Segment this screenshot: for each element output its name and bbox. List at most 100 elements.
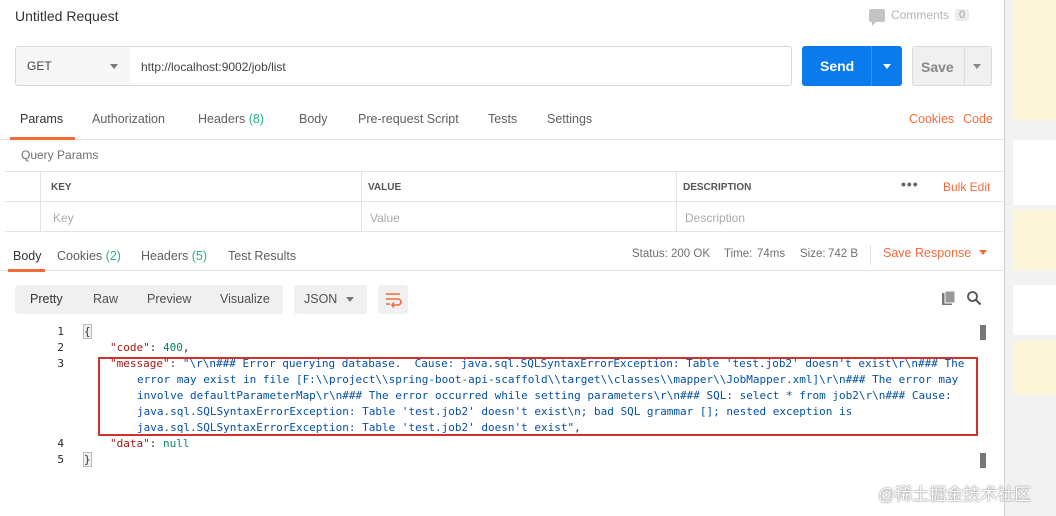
tab-response-headers-label: Headers (141, 249, 189, 263)
size-value[interactable]: 742 B (828, 248, 858, 260)
tab-body[interactable]: Body (299, 112, 328, 126)
format-select[interactable]: JSON (294, 285, 367, 314)
send-divider (871, 46, 872, 86)
preview-button[interactable]: Preview (147, 292, 191, 306)
send-label: Send (820, 58, 855, 74)
save-button[interactable]: Save (912, 46, 992, 86)
postman-request-panel: Untitled Request Comments 0 GET http://l… (0, 0, 1005, 516)
tab-response-cookies[interactable]: Cookies (2) (57, 249, 121, 263)
comments-button[interactable]: Comments 0 (869, 8, 970, 26)
background-gap (1013, 140, 1056, 205)
description-input[interactable]: Description (676, 202, 1003, 232)
url-value: http://localhost:9002/job/list (141, 60, 286, 74)
raw-button[interactable]: Raw (93, 292, 118, 306)
tab-test-results[interactable]: Test Results (228, 249, 296, 263)
request-tabs: Params Authorization Headers (8) Body Pr… (0, 104, 1005, 140)
request-title[interactable]: Untitled Request (15, 8, 119, 24)
line-number: 1 (57, 325, 64, 338)
description-header: DESCRIPTION (683, 182, 752, 193)
tab-response-cookies-label: Cookies (57, 249, 103, 263)
tab-response-body[interactable]: Body (13, 249, 42, 263)
background-gap (1013, 285, 1056, 335)
key-input[interactable]: Key (40, 202, 361, 232)
watermark: @稀土掘金技术社区 (878, 485, 1032, 504)
title-bar: Untitled Request Comments 0 (0, 0, 1005, 32)
scrollbar-marker[interactable] (980, 453, 986, 468)
time-value[interactable]: 74ms (757, 248, 785, 260)
tab-settings[interactable]: Settings (547, 112, 592, 126)
search-icon[interactable] (966, 290, 982, 306)
table-header-row: KEY VALUE DESCRIPTION ••• Bulk Edit (5, 172, 1003, 202)
json-key: "code" (110, 341, 150, 354)
tab-response-headers-count: (5) (191, 249, 208, 263)
visualize-button[interactable]: Visualize (220, 292, 270, 306)
url-input[interactable]: http://localhost:9002/job/list (130, 46, 792, 86)
value-placeholder: Value (370, 211, 400, 225)
key-header: KEY (51, 182, 72, 193)
line-number: 3 (57, 357, 64, 370)
scrollbar-marker[interactable] (980, 325, 986, 340)
code-link[interactable]: Code (963, 112, 993, 126)
background-band (1013, 0, 1056, 120)
description-placeholder: Description (685, 211, 746, 225)
comments-label: Comments (891, 8, 950, 22)
size-label: Size: (800, 248, 826, 260)
background-band (1013, 210, 1056, 270)
method-select[interactable]: GET (15, 46, 131, 86)
json-sep: : (149, 437, 163, 450)
value-input[interactable]: Value (361, 202, 676, 232)
value-header-cell: VALUE (361, 172, 676, 202)
json-close-brace: } (83, 452, 92, 467)
tab-tests[interactable]: Tests (488, 112, 517, 126)
key-placeholder: Key (53, 211, 74, 225)
json-open-brace: { (83, 324, 92, 339)
response-tabs: Body Cookies (2) Headers (5) Test Result… (0, 241, 1005, 272)
copy-icon[interactable] (941, 290, 957, 306)
send-options-chevron-icon[interactable] (883, 64, 891, 69)
json-comma: , (182, 341, 190, 354)
tab-response-cookies-count: (2) (105, 249, 121, 263)
comment-icon (869, 8, 885, 26)
line-number: 5 (57, 453, 64, 466)
json-line-code: "code": 400, (110, 341, 190, 354)
save-response-button[interactable]: Save Response (883, 246, 988, 260)
tab-headers[interactable]: Headers (8) (198, 112, 264, 126)
time-label: Time: (724, 248, 753, 260)
background-band (1013, 340, 1056, 395)
line-number: 4 (57, 437, 64, 450)
save-response-label: Save Response (883, 246, 972, 260)
wrap-lines-button[interactable] (378, 285, 408, 314)
active-tab-indicator (10, 137, 75, 140)
tab-response-headers[interactable]: Headers (5) (141, 249, 207, 263)
line-number: 2 (57, 341, 64, 354)
save-options-chevron-icon[interactable] (973, 64, 981, 69)
format-value: JSON (304, 292, 338, 306)
view-mode-group: Pretty Raw Preview Visualize (15, 285, 283, 314)
key-header-cell: KEY (40, 172, 361, 202)
chevron-down-icon (346, 297, 354, 302)
status-value[interactable]: 200 OK (671, 248, 710, 260)
save-divider (964, 47, 965, 85)
divider (870, 245, 871, 265)
json-key: "data" (110, 437, 150, 450)
comments-count: 0 (955, 9, 970, 21)
method-value: GET (27, 59, 52, 73)
query-params-table: KEY VALUE DESCRIPTION ••• Bulk Edit Key … (5, 171, 1003, 232)
tab-params[interactable]: Params (20, 112, 63, 126)
pretty-button[interactable]: Pretty (30, 292, 63, 306)
tab-headers-label: Headers (198, 112, 246, 126)
background-window-strip (1005, 0, 1056, 516)
tab-headers-count: (8) (248, 112, 265, 126)
json-sep: : (149, 341, 163, 354)
tab-authorization[interactable]: Authorization (92, 112, 165, 126)
json-null: null (163, 437, 190, 450)
highlight-box (98, 357, 978, 436)
wrap-lines-icon (386, 293, 402, 308)
json-line-data: "data": null (110, 437, 190, 450)
more-options-icon[interactable]: ••• (901, 176, 919, 192)
tab-pre-request-script[interactable]: Pre-request Script (358, 112, 459, 126)
send-button[interactable]: Send (802, 46, 902, 86)
cookies-link[interactable]: Cookies (909, 112, 954, 126)
chevron-down-icon (979, 250, 988, 255)
bulk-edit-link[interactable]: Bulk Edit (943, 180, 990, 194)
